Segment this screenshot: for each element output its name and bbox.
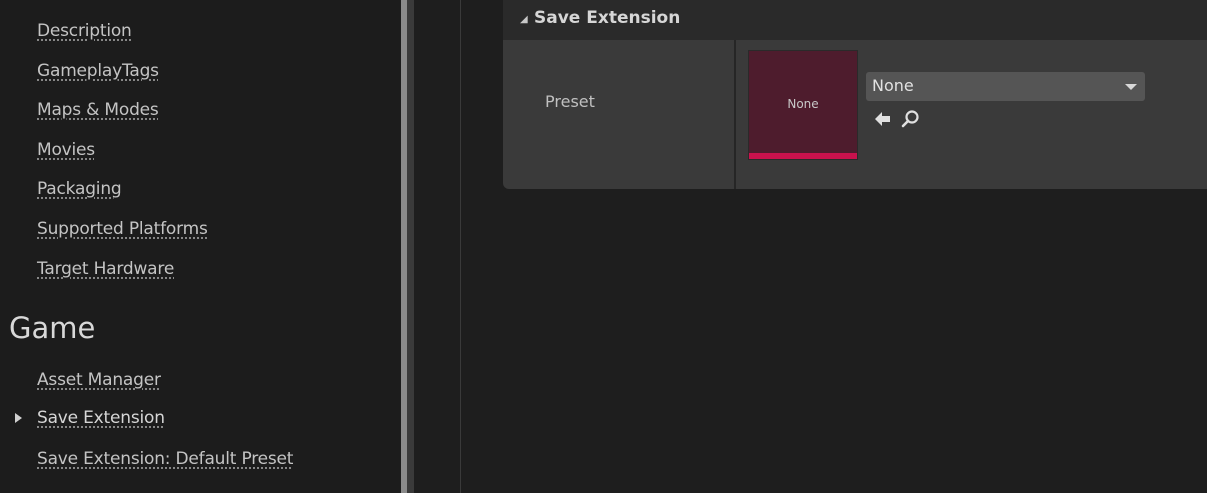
thumbnail-label: None <box>787 97 819 111</box>
arrow-left-icon <box>875 112 890 126</box>
browse-asset-button[interactable] <box>899 108 923 130</box>
asset-thumbnail[interactable]: None <box>748 50 858 160</box>
nav-link-movies[interactable]: Movies <box>37 140 95 160</box>
section-heading-game: Game <box>9 311 96 345</box>
chevron-down-icon <box>1125 84 1137 90</box>
asset-type-color-bar <box>749 153 857 159</box>
details-panel: ◢ Save Extension Preset None None <box>414 0 1207 493</box>
property-row-preset: Preset None None <box>503 40 1207 189</box>
collapse-triangle-icon[interactable]: ◢ <box>520 14 528 25</box>
settings-sidebar: Description GameplayTags Maps & Modes Mo… <box>0 0 401 493</box>
category-header-save-extension[interactable]: ◢ Save Extension <box>503 0 1207 40</box>
nav-link-packaging[interactable]: Packaging <box>37 179 122 199</box>
property-name-label: Preset <box>545 92 595 111</box>
nav-link-description[interactable]: Description <box>37 21 132 41</box>
nav-link-target-hardware[interactable]: Target Hardware <box>37 259 174 279</box>
nav-link-asset-manager[interactable]: Asset Manager <box>37 370 161 390</box>
asset-picker-combo[interactable]: None <box>866 72 1145 101</box>
nav-link-save-extension[interactable]: Save Extension <box>37 408 165 428</box>
nav-link-gameplaytags[interactable]: GameplayTags <box>37 61 159 81</box>
search-icon <box>901 110 919 128</box>
nav-link-supported-platforms[interactable]: Supported Platforms <box>37 219 208 239</box>
property-column-divider[interactable] <box>734 40 736 189</box>
panel-splitter[interactable] <box>401 0 414 493</box>
nav-link-save-extension-default-preset[interactable]: Save Extension: Default Preset <box>37 449 293 469</box>
use-selected-asset-button[interactable] <box>872 108 896 130</box>
combo-selected-value: None <box>872 76 914 95</box>
category-title: Save Extension <box>534 8 681 28</box>
selected-indicator-icon <box>15 413 22 423</box>
nav-link-maps-modes[interactable]: Maps & Modes <box>37 100 159 120</box>
gutter-divider <box>460 0 461 493</box>
